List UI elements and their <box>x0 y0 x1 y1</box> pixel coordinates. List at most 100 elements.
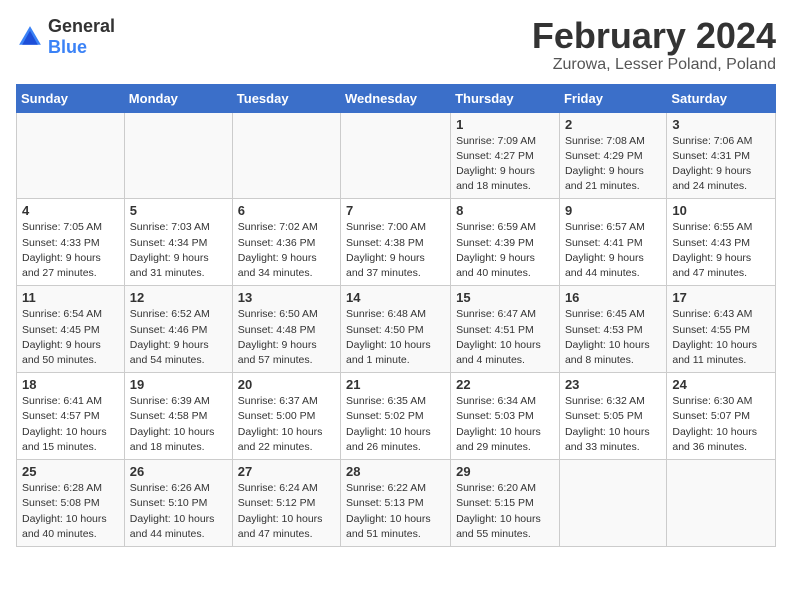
day-info: Sunrise: 6:43 AM Sunset: 4:55 PM Dayligh… <box>672 307 770 368</box>
calendar-cell: 27 Sunrise: 6:24 AM Sunset: 5:12 PM Dayli… <box>232 460 340 547</box>
calendar-cell: 3Sunrise: 7:06 AM Sunset: 4:31 PM Daylig… <box>667 112 776 199</box>
day-info: Sunrise: 6:50 AM Sunset: 4:48 PM Dayligh… <box>238 307 335 368</box>
calendar-cell <box>667 460 776 547</box>
calendar-subtitle: Zurowa, Lesser Poland, Poland <box>532 56 776 74</box>
day-number: 26 <box>130 464 227 479</box>
logo-general: General <box>48 16 115 36</box>
day-number: 14 <box>346 290 445 305</box>
calendar-cell: 4 Sunrise: 7:05 AM Sunset: 4:33 PM Daylig… <box>17 199 125 286</box>
day-number: 8 <box>456 203 554 218</box>
calendar-cell: 15 Sunrise: 6:47 AM Sunset: 4:51 PM Dayli… <box>451 286 560 373</box>
calendar-cell: 7 Sunrise: 7:00 AM Sunset: 4:38 PM Daylig… <box>341 199 451 286</box>
calendar-cell: 23 Sunrise: 6:32 AM Sunset: 5:05 PM Dayli… <box>559 373 666 460</box>
header-cell-sunday: Sunday <box>17 84 125 112</box>
day-info: Sunrise: 7:00 AM Sunset: 4:38 PM Dayligh… <box>346 220 445 281</box>
day-number: 21 <box>346 377 445 392</box>
day-info: Sunrise: 7:05 AM Sunset: 4:33 PM Dayligh… <box>22 220 119 281</box>
day-number: 23 <box>565 377 661 392</box>
calendar-week-row: 4 Sunrise: 7:05 AM Sunset: 4:33 PM Daylig… <box>17 199 776 286</box>
calendar-header-row: SundayMondayTuesdayWednesdayThursdayFrid… <box>17 84 776 112</box>
day-number: 7 <box>346 203 445 218</box>
day-number: 10 <box>672 203 770 218</box>
day-info: Sunrise: 6:54 AM Sunset: 4:45 PM Dayligh… <box>22 307 119 368</box>
calendar-cell <box>559 460 666 547</box>
header-cell-tuesday: Tuesday <box>232 84 340 112</box>
calendar-cell: 12Sunrise: 6:52 AM Sunset: 4:46 PM Dayli… <box>124 286 232 373</box>
calendar-cell: 6 Sunrise: 7:02 AM Sunset: 4:36 PM Daylig… <box>232 199 340 286</box>
day-number: 17 <box>672 290 770 305</box>
day-number: 29 <box>456 464 554 479</box>
calendar-week-row: 1Sunrise: 7:09 AM Sunset: 4:27 PM Daylig… <box>17 112 776 199</box>
calendar-cell: 2 Sunrise: 7:08 AM Sunset: 4:29 PM Daylig… <box>559 112 666 199</box>
day-number: 13 <box>238 290 335 305</box>
calendar-cell: 24 Sunrise: 6:30 AM Sunset: 5:07 PM Dayli… <box>667 373 776 460</box>
day-number: 28 <box>346 464 445 479</box>
day-number: 18 <box>22 377 119 392</box>
day-info: Sunrise: 6:32 AM Sunset: 5:05 PM Dayligh… <box>565 394 661 455</box>
day-number: 27 <box>238 464 335 479</box>
header-cell-saturday: Saturday <box>667 84 776 112</box>
day-number: 2 <box>565 117 661 132</box>
day-number: 22 <box>456 377 554 392</box>
calendar-cell <box>232 112 340 199</box>
day-info: Sunrise: 6:59 AM Sunset: 4:39 PM Dayligh… <box>456 220 554 281</box>
calendar-cell: 29Sunrise: 6:20 AM Sunset: 5:15 PM Dayli… <box>451 460 560 547</box>
calendar-cell: 9 Sunrise: 6:57 AM Sunset: 4:41 PM Daylig… <box>559 199 666 286</box>
calendar-cell: 21 Sunrise: 6:35 AM Sunset: 5:02 PM Dayli… <box>341 373 451 460</box>
calendar-cell <box>341 112 451 199</box>
day-number: 15 <box>456 290 554 305</box>
calendar-cell <box>124 112 232 199</box>
calendar-cell: 16 Sunrise: 6:45 AM Sunset: 4:53 PM Dayli… <box>559 286 666 373</box>
calendar-cell: 18 Sunrise: 6:41 AM Sunset: 4:57 PM Dayli… <box>17 373 125 460</box>
day-number: 16 <box>565 290 661 305</box>
day-info: Sunrise: 6:41 AM Sunset: 4:57 PM Dayligh… <box>22 394 119 455</box>
calendar-week-row: 11 Sunrise: 6:54 AM Sunset: 4:45 PM Dayli… <box>17 286 776 373</box>
day-info: Sunrise: 6:35 AM Sunset: 5:02 PM Dayligh… <box>346 394 445 455</box>
day-number: 20 <box>238 377 335 392</box>
calendar-cell: 19Sunrise: 6:39 AM Sunset: 4:58 PM Dayli… <box>124 373 232 460</box>
calendar-cell: 17 Sunrise: 6:43 AM Sunset: 4:55 PM Dayli… <box>667 286 776 373</box>
header-cell-thursday: Thursday <box>451 84 560 112</box>
day-number: 24 <box>672 377 770 392</box>
day-info: Sunrise: 6:22 AM Sunset: 5:13 PM Dayligh… <box>346 481 445 542</box>
calendar-cell: 8 Sunrise: 6:59 AM Sunset: 4:39 PM Daylig… <box>451 199 560 286</box>
day-number: 3 <box>672 117 770 132</box>
logo-blue: Blue <box>48 37 87 57</box>
header-cell-wednesday: Wednesday <box>341 84 451 112</box>
calendar-table: SundayMondayTuesdayWednesdayThursdayFrid… <box>16 84 776 547</box>
day-info: Sunrise: 7:08 AM Sunset: 4:29 PM Dayligh… <box>565 134 661 195</box>
calendar-week-row: 25 Sunrise: 6:28 AM Sunset: 5:08 PM Dayli… <box>17 460 776 547</box>
day-info: Sunrise: 7:09 AM Sunset: 4:27 PM Dayligh… <box>456 134 554 195</box>
day-number: 4 <box>22 203 119 218</box>
calendar-cell <box>17 112 125 199</box>
header-cell-monday: Monday <box>124 84 232 112</box>
calendar-cell: 26 Sunrise: 6:26 AM Sunset: 5:10 PM Dayli… <box>124 460 232 547</box>
day-info: Sunrise: 6:57 AM Sunset: 4:41 PM Dayligh… <box>565 220 661 281</box>
day-info: Sunrise: 6:24 AM Sunset: 5:12 PM Dayligh… <box>238 481 335 542</box>
day-number: 25 <box>22 464 119 479</box>
day-info: Sunrise: 6:30 AM Sunset: 5:07 PM Dayligh… <box>672 394 770 455</box>
calendar-cell: 28 Sunrise: 6:22 AM Sunset: 5:13 PM Dayli… <box>341 460 451 547</box>
calendar-cell: 10 Sunrise: 6:55 AM Sunset: 4:43 PM Dayli… <box>667 199 776 286</box>
day-info: Sunrise: 6:28 AM Sunset: 5:08 PM Dayligh… <box>22 481 119 542</box>
calendar-cell: 20Sunrise: 6:37 AM Sunset: 5:00 PM Dayli… <box>232 373 340 460</box>
day-number: 19 <box>130 377 227 392</box>
calendar-cell: 1Sunrise: 7:09 AM Sunset: 4:27 PM Daylig… <box>451 112 560 199</box>
day-number: 6 <box>238 203 335 218</box>
page-header: General Blue February 2024 Zurowa, Lesse… <box>16 16 776 74</box>
day-info: Sunrise: 6:26 AM Sunset: 5:10 PM Dayligh… <box>130 481 227 542</box>
calendar-cell: 11 Sunrise: 6:54 AM Sunset: 4:45 PM Dayli… <box>17 286 125 373</box>
calendar-cell: 22Sunrise: 6:34 AM Sunset: 5:03 PM Dayli… <box>451 373 560 460</box>
day-info: Sunrise: 6:47 AM Sunset: 4:51 PM Dayligh… <box>456 307 554 368</box>
day-number: 9 <box>565 203 661 218</box>
day-number: 12 <box>130 290 227 305</box>
day-info: Sunrise: 6:45 AM Sunset: 4:53 PM Dayligh… <box>565 307 661 368</box>
day-number: 5 <box>130 203 227 218</box>
calendar-title: February 2024 <box>532 16 776 56</box>
calendar-week-row: 18 Sunrise: 6:41 AM Sunset: 4:57 PM Dayli… <box>17 373 776 460</box>
calendar-body: 1Sunrise: 7:09 AM Sunset: 4:27 PM Daylig… <box>17 112 776 546</box>
day-number: 11 <box>22 290 119 305</box>
header-cell-friday: Friday <box>559 84 666 112</box>
day-info: Sunrise: 6:55 AM Sunset: 4:43 PM Dayligh… <box>672 220 770 281</box>
day-info: Sunrise: 7:02 AM Sunset: 4:36 PM Dayligh… <box>238 220 335 281</box>
